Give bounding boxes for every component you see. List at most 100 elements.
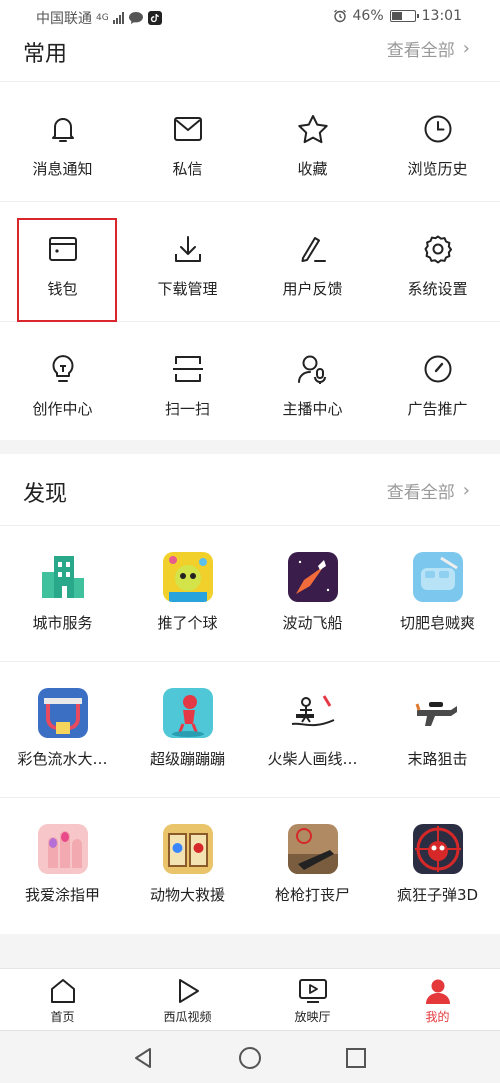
menu-item-label: 消息通知 <box>32 160 93 178</box>
common-row-3: 创作中心 扫一扫 主播中心 广告推广 <box>0 322 500 440</box>
see-all-label: 查看全部 <box>386 483 455 503</box>
city-building-icon <box>38 552 88 602</box>
app-label: 波动飞船 <box>282 614 343 632</box>
menu-item-label: 私信 <box>172 160 203 178</box>
see-all-label: 查看全部 <box>386 41 455 61</box>
system-nav-bar <box>0 1030 500 1083</box>
menu-item-history[interactable]: 浏览历史 <box>375 82 500 201</box>
chat-bubble-icon <box>128 12 143 24</box>
menu-item-wallet[interactable]: 钱包 <box>0 202 125 321</box>
app-city-services[interactable]: 城市服务 <box>0 526 125 661</box>
menu-item-label: 收藏 <box>297 160 328 178</box>
discover-row-1: 城市服务 推了个球 波动飞船 切肥皂贼爽 <box>0 526 500 662</box>
menu-item-notifications[interactable]: 消息通知 <box>0 82 125 201</box>
profile-icon <box>424 977 452 1005</box>
battery-percent: 46% <box>352 8 384 24</box>
back-triangle-icon <box>135 1048 151 1068</box>
menu-item-feedback[interactable]: 用户反馈 <box>250 202 375 321</box>
jump-game-icon <box>162 688 213 738</box>
app-crazy-bullet[interactable]: 疯狂子弹3D <box>375 798 500 934</box>
app-label: 推了个球 <box>157 614 218 632</box>
carrier-name: 中国联通 <box>36 11 92 27</box>
sniper-rifle-icon <box>412 688 463 738</box>
app-label: 火柴人画线… <box>267 750 358 768</box>
status-bar: 中国联通 4G 46% 13:01 <box>0 0 500 34</box>
app-nail-painting[interactable]: 我爱涂指甲 <box>0 798 125 934</box>
chevron-right-icon: › <box>462 480 470 501</box>
discover-section: 发现 查看全部 › 城市服务 推了个球 波动飞船 切肥皂贼爽 彩色流水大… 超级… <box>0 454 500 934</box>
nav-home-button[interactable] <box>237 1045 263 1071</box>
tab-label: 首页 <box>50 1010 75 1024</box>
status-right: 46% 13:01 <box>333 8 462 24</box>
app-label: 超级蹦蹦蹦 <box>149 750 225 768</box>
menu-item-creator-center[interactable]: 创作中心 <box>0 322 125 440</box>
menu-item-messages[interactable]: 私信 <box>125 82 250 201</box>
tab-label: 我的 <box>425 1010 450 1024</box>
common-row-1: 消息通知 私信 收藏 浏览历史 <box>0 82 500 202</box>
alarm-icon <box>333 9 346 23</box>
common-row-2: 钱包 下载管理 用户反馈 系统设置 <box>0 202 500 322</box>
tab-xigua-video[interactable]: 西瓜视频 <box>125 969 250 1030</box>
menu-item-favorites[interactable]: 收藏 <box>250 82 375 201</box>
app-label: 枪枪打丧尸 <box>274 886 350 904</box>
home-circle-icon <box>239 1047 261 1069</box>
menu-item-label: 创作中心 <box>32 400 93 418</box>
tab-home[interactable]: 首页 <box>0 969 125 1030</box>
tv-play-icon <box>298 977 328 1005</box>
app-cut-soap[interactable]: 切肥皂贼爽 <box>375 526 500 661</box>
app-zombie-shooter[interactable]: 枪枪打丧尸 <box>250 798 375 934</box>
menu-item-label: 用户反馈 <box>282 280 343 298</box>
gear-icon <box>421 232 455 266</box>
signal-icon <box>112 12 124 24</box>
app-color-water[interactable]: 彩色流水大… <box>0 662 125 797</box>
app-label: 城市服务 <box>32 614 93 632</box>
menu-item-settings[interactable]: 系统设置 <box>375 202 500 321</box>
app-wave-ship[interactable]: 波动飞船 <box>250 526 375 661</box>
ball-game-icon <box>162 552 213 602</box>
app-stickman-draw[interactable]: 火柴人画线… <box>250 662 375 797</box>
mail-icon <box>171 112 205 146</box>
recents-square-icon <box>346 1048 366 1068</box>
feedback-pen-icon <box>296 232 330 266</box>
battery-icon <box>389 10 419 22</box>
menu-item-ads[interactable]: 广告推广 <box>375 322 500 440</box>
menu-item-label: 钱包 <box>47 280 78 298</box>
soap-game-icon <box>412 552 463 602</box>
lightbulb-icon <box>46 352 80 386</box>
app-label: 彩色流水大… <box>17 750 108 768</box>
discover-title: 发现 <box>23 482 68 507</box>
home-icon <box>49 977 77 1005</box>
app-animal-rescue[interactable]: 动物大救援 <box>125 798 250 934</box>
nav-back-button[interactable] <box>130 1045 156 1071</box>
nav-recents-button[interactable] <box>343 1045 369 1071</box>
common-title: 常用 <box>23 42 68 67</box>
common-see-all-link[interactable]: 查看全部 › <box>387 36 470 61</box>
menu-item-label: 浏览历史 <box>407 160 468 178</box>
common-header: 常用 查看全部 › <box>0 34 500 82</box>
zombie-shooter-game-icon <box>287 824 338 874</box>
animal-rescue-game-icon <box>162 824 213 874</box>
discover-row-3: 我爱涂指甲 动物大救援 枪枪打丧尸 疯狂子弹3D <box>0 798 500 934</box>
bottom-tab-bar: 首页 西瓜视频 放映厅 我的 <box>0 968 500 1030</box>
chevron-right-icon: › <box>462 38 470 59</box>
menu-item-scan[interactable]: 扫一扫 <box>125 322 250 440</box>
app-label: 切肥皂贼爽 <box>399 614 475 632</box>
app-label: 动物大救援 <box>149 886 225 904</box>
network-type: 4G <box>96 13 109 23</box>
tiktok-icon <box>147 11 162 25</box>
app-sniper[interactable]: 末路狙击 <box>375 662 500 797</box>
stickman-game-icon <box>287 688 338 738</box>
play-icon <box>174 977 202 1005</box>
menu-item-streamer-center[interactable]: 主播中心 <box>250 322 375 440</box>
discover-see-all-link[interactable]: 查看全部 › <box>387 478 470 503</box>
menu-item-label: 系统设置 <box>407 280 468 298</box>
tab-cinema[interactable]: 放映厅 <box>250 969 375 1030</box>
tab-mine[interactable]: 我的 <box>375 969 500 1030</box>
app-super-jump[interactable]: 超级蹦蹦蹦 <box>125 662 250 797</box>
app-push-ball[interactable]: 推了个球 <box>125 526 250 661</box>
rocket-game-icon <box>287 552 338 602</box>
app-label: 我爱涂指甲 <box>24 886 100 904</box>
menu-item-downloads[interactable]: 下载管理 <box>125 202 250 321</box>
clock-icon <box>421 112 455 146</box>
tab-label: 西瓜视频 <box>163 1010 212 1024</box>
